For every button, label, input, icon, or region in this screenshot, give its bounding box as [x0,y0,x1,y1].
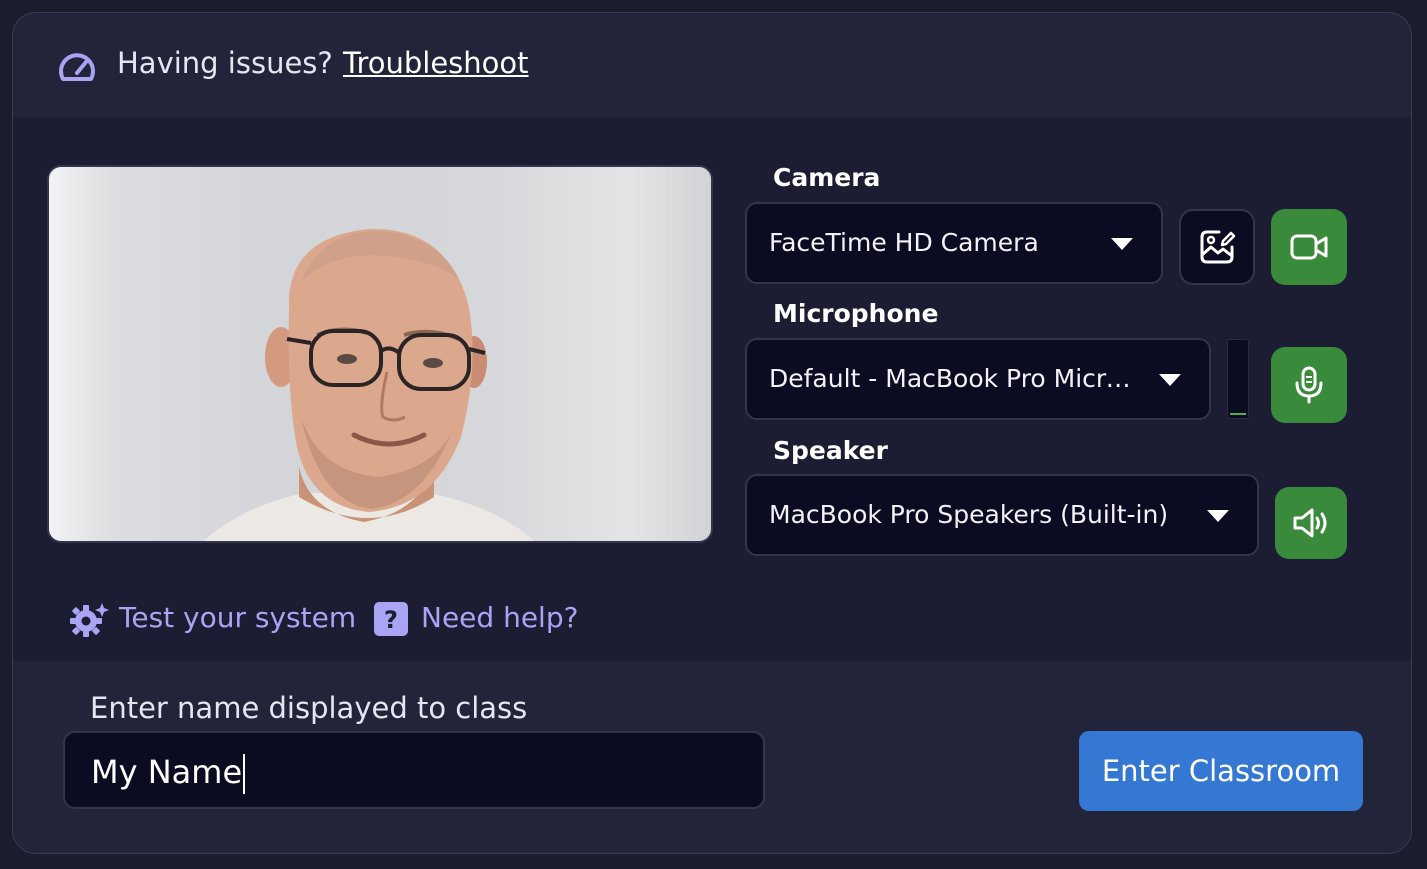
camera-select[interactable]: FaceTime HD Camera [745,202,1163,284]
microphone-select-value: Default - MacBook Pro Microphone (Built-… [769,364,1141,393]
speaker-label: Speaker [773,436,888,465]
image-edit-icon [1200,230,1236,264]
svg-text:?: ? [384,606,398,634]
microphone-select[interactable]: Default - MacBook Pro Microphone (Built-… [745,338,1211,420]
speaker-select-value: MacBook Pro Speakers (Built-in) [769,500,1169,529]
issues-text: Having issues? [117,46,333,80]
speaker-icon [1293,508,1327,538]
microphone-icon [1295,366,1323,404]
display-name-input[interactable]: My Name [63,731,765,809]
mic-level-fill [1230,413,1246,415]
video-camera-icon [1290,234,1328,260]
camera-select-value: FaceTime HD Camera [769,228,1039,257]
test-system-link[interactable]: Test your system [119,601,356,634]
need-help-link[interactable]: Need help? [421,601,578,634]
microphone-toggle-button[interactable] [1271,347,1347,423]
speedometer-icon [59,53,95,81]
name-entry-footer: Enter name displayed to class My Name En… [13,661,1411,853]
troubleshoot-bar: Having issues? Troubleshoot [13,13,1411,117]
troubleshoot-link[interactable]: Troubleshoot [343,46,529,80]
camera-effects-button[interactable] [1179,209,1255,285]
gear-sparkle-icon [70,603,109,637]
microphone-label: Microphone [773,299,939,328]
speaker-toggle-button[interactable] [1275,487,1347,559]
pre-join-panel: Having issues? Troubleshoot Camera FaceT… [12,12,1412,854]
enter-classroom-button[interactable]: Enter Classroom [1079,731,1363,811]
mic-level-meter [1227,339,1249,419]
chevron-down-icon [1207,510,1229,522]
camera-preview-image [203,228,535,541]
camera-preview [47,165,713,543]
display-name-value: My Name [91,753,243,791]
name-label: Enter name displayed to class [90,691,528,725]
camera-toggle-button[interactable] [1271,209,1347,285]
text-cursor [243,754,246,794]
camera-label: Camera [773,163,881,192]
question-icon: ? [374,602,408,636]
chevron-down-icon [1159,374,1181,386]
chevron-down-icon [1111,238,1133,250]
speaker-select[interactable]: MacBook Pro Speakers (Built-in) [745,474,1259,556]
